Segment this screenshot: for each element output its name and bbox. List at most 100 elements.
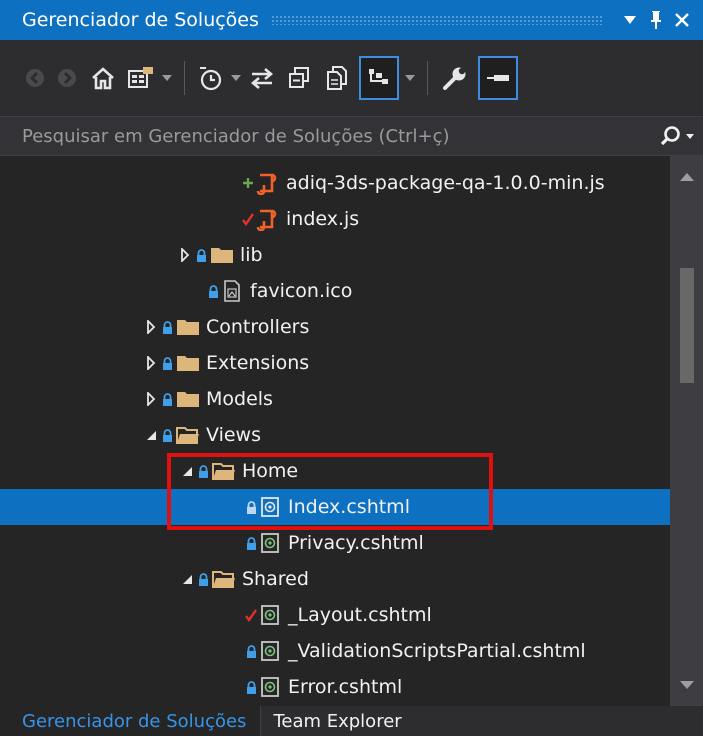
solution-tree: adiq-3ds-package-qa-1.0.0-min.js index.j…	[0, 156, 670, 706]
pin-button[interactable]	[643, 0, 669, 40]
tree-item-label: Privacy.cshtml	[288, 532, 424, 554]
chevron-down-icon	[162, 75, 172, 81]
js-file-icon	[254, 171, 280, 195]
razor-file-icon	[258, 496, 282, 518]
pending-changes-dropdown[interactable]	[231, 56, 241, 100]
triangle-up-icon	[679, 173, 694, 181]
tree-item-label: adiq-3ds-package-qa-1.0.0-min.js	[286, 172, 605, 194]
tree-item-shared[interactable]: Shared	[0, 561, 670, 597]
lock-icon	[244, 644, 258, 658]
preview-selected-icon	[369, 69, 388, 84]
scrollbar-thumb[interactable]	[680, 268, 694, 383]
folder-icon	[176, 354, 200, 372]
razor-file-icon	[258, 676, 282, 698]
expand-arrow-icon[interactable]	[144, 356, 158, 370]
sync-icon	[250, 68, 274, 89]
pin-icon	[651, 11, 661, 29]
modified-icon	[242, 212, 254, 226]
folder-icon	[176, 318, 200, 336]
tree-item-error-cshtml[interactable]: Error.cshtml	[0, 669, 670, 705]
tree-item-layout-cshtml[interactable]: _Layout.cshtml	[0, 597, 670, 633]
open-folder-icon	[176, 426, 200, 444]
tree-item-label: index.js	[286, 208, 360, 230]
lock-icon	[194, 464, 212, 478]
title-bar: Gerenciador de Soluções	[0, 0, 703, 40]
search-options-button[interactable]	[651, 116, 703, 156]
pending-changes-filter-button[interactable]	[195, 56, 225, 100]
home-icon	[92, 67, 114, 90]
close-icon	[675, 13, 689, 27]
search-input[interactable]	[22, 125, 651, 147]
tree-item-label: Models	[206, 388, 273, 410]
preview-selected-button[interactable]	[359, 56, 399, 100]
lock-icon	[158, 428, 176, 442]
lock-icon	[244, 500, 258, 514]
switch-views-dropdown[interactable]	[162, 56, 172, 100]
lock-icon	[192, 248, 210, 262]
tab-solution-explorer[interactable]: Gerenciador de Soluções	[0, 706, 261, 736]
toolbar-separator	[427, 61, 428, 95]
pending-changes-filter-icon	[200, 67, 222, 91]
razor-file-icon	[258, 532, 282, 554]
vertical-scrollbar[interactable]	[670, 156, 703, 706]
tree-item-validation-cshtml[interactable]: _ValidationScriptsPartial.cshtml	[0, 633, 670, 669]
tree-item-label: Index.cshtml	[288, 496, 410, 518]
tree-item-extensions[interactable]: Extensions	[0, 345, 670, 381]
tree-item-label: favicon.ico	[250, 280, 353, 302]
lock-icon	[244, 680, 258, 694]
collapse-arrow-icon[interactable]	[144, 429, 158, 441]
expand-arrow-icon[interactable]	[144, 392, 158, 406]
back-icon	[26, 69, 44, 87]
tree-item-models[interactable]: Models	[0, 381, 670, 417]
properties-button[interactable]	[438, 56, 472, 100]
tree-item-label: lib	[240, 244, 263, 266]
lock-icon	[158, 356, 176, 370]
tree-item-index-js[interactable]: index.js	[0, 201, 670, 237]
window-menu-button[interactable]	[617, 0, 643, 40]
switch-views-button[interactable]	[126, 56, 156, 100]
tree-item-home[interactable]: Home	[0, 453, 670, 489]
pin-preview-button[interactable]	[478, 56, 518, 100]
drag-grip[interactable]	[270, 15, 603, 25]
expand-arrow-icon[interactable]	[144, 320, 158, 334]
image-file-icon	[220, 280, 244, 302]
search-icon	[660, 126, 680, 146]
tree-item-favicon[interactable]: favicon.ico	[0, 273, 670, 309]
tree-item-adiq-js[interactable]: adiq-3ds-package-qa-1.0.0-min.js	[0, 165, 670, 201]
tree-item-label: Extensions	[206, 352, 310, 374]
tree-item-label: Home	[242, 460, 299, 482]
folder-icon	[210, 246, 234, 264]
sync-button[interactable]	[247, 56, 277, 100]
tree-item-index-cshtml[interactable]: Index.cshtml	[0, 489, 670, 525]
tree-item-label: _ValidationScriptsPartial.cshtml	[288, 640, 586, 662]
modified-icon	[244, 608, 258, 622]
show-all-files-button[interactable]	[321, 56, 353, 100]
lock-icon	[158, 392, 176, 406]
preview-dropdown[interactable]	[405, 56, 415, 100]
tree-item-lib[interactable]: lib	[0, 237, 670, 273]
scroll-down-button[interactable]	[670, 670, 703, 700]
collapse-arrow-icon[interactable]	[180, 573, 194, 585]
collapse-arrow-icon[interactable]	[180, 465, 194, 477]
back-button[interactable]	[22, 56, 48, 100]
tree-item-views[interactable]: Views	[0, 417, 670, 453]
tree-item-controllers[interactable]: Controllers	[0, 309, 670, 345]
folder-icon	[176, 390, 200, 408]
collapse-all-button[interactable]	[283, 56, 315, 100]
tree-item-label: Error.cshtml	[288, 676, 403, 698]
tree-item-privacy-cshtml[interactable]: Privacy.cshtml	[0, 525, 670, 561]
triangle-down-icon	[679, 681, 694, 689]
tab-team-explorer[interactable]: Team Explorer	[260, 706, 416, 736]
wrench-icon	[443, 67, 466, 90]
close-button[interactable]	[669, 0, 695, 40]
chevron-down-icon	[231, 75, 241, 81]
added-icon	[242, 177, 254, 189]
forward-button[interactable]	[54, 56, 80, 100]
tree-item-label: Views	[206, 424, 261, 446]
toolbar	[0, 40, 703, 116]
scroll-up-button[interactable]	[670, 162, 703, 192]
home-button[interactable]	[86, 56, 120, 100]
open-folder-icon	[212, 462, 236, 480]
solution-explorer-window: Gerenciador de Soluções Pesquisar em Ger…	[0, 0, 703, 736]
expand-arrow-icon[interactable]	[178, 248, 192, 262]
